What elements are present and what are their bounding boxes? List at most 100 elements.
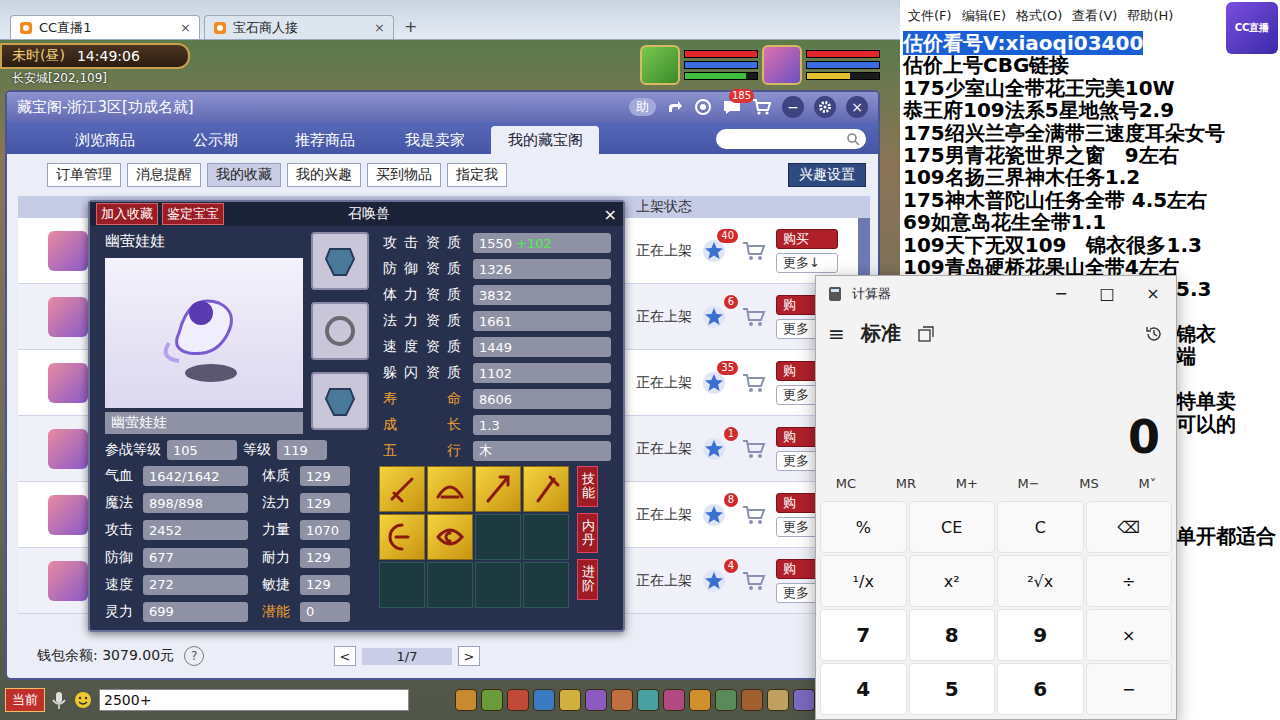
menu-item[interactable]: 查看(V) [1072,7,1117,25]
add-favorite-button[interactable]: 加入收藏 [96,203,158,225]
side-tab-button[interactable]: 内丹 [577,513,598,554]
nav-tab[interactable]: 公示期 [161,126,269,154]
share-icon[interactable] [666,98,684,116]
toolbar-icon[interactable] [663,689,685,711]
cart-button[interactable] [742,240,776,262]
browser-tab[interactable]: CC直播1× [10,15,200,39]
favorite-button[interactable]: 35 [702,371,726,395]
browser-tab[interactable]: 宝石商人接× [204,15,394,39]
nav-tab[interactable]: 我是卖家 [381,126,489,154]
channel-button[interactable]: 当前 [5,688,45,712]
calculator-key[interactable]: − [1086,663,1173,715]
favorite-button[interactable]: 6 [702,305,726,329]
toolbar-icon[interactable] [689,689,711,711]
equipment-slot[interactable] [311,302,369,360]
appraise-button[interactable]: 鉴定宝宝 [162,203,224,225]
equipment-slot[interactable] [311,232,369,290]
subnav-button[interactable]: 指定我 [447,163,507,187]
note-line[interactable]: 估价看号V:xiaoqi03400 [900,32,1280,54]
next-page-button[interactable]: > [458,646,480,666]
note-line[interactable]: 175男青花瓷世界之窗 9左右 [900,144,1280,166]
cart-button[interactable] [742,372,776,394]
toolbar-icon[interactable] [455,689,477,711]
calculator-key[interactable]: % [820,501,907,553]
note-line[interactable]: 69如意岛花生全带1.1 [900,211,1280,233]
more-button[interactable]: 更多↓ [776,253,838,273]
subnav-button[interactable]: 我的兴趣 [287,163,361,187]
memory-button[interactable]: M˅ [1138,476,1156,491]
toolbar-icon[interactable] [741,689,763,711]
menu-item[interactable]: 编辑(E) [962,7,1006,25]
toolbar-icon[interactable] [507,689,529,711]
note-line[interactable]: 恭王府109法系5星地煞号2.9 [900,99,1280,121]
microphone-icon[interactable] [51,690,67,710]
side-tab-button[interactable]: 进阶 [577,559,598,600]
note-line[interactable]: 估价上号CBG链接 [900,54,1280,76]
emoji-icon[interactable] [73,690,93,710]
toolbar-icon[interactable] [481,689,503,711]
menu-item[interactable]: 文件(F) [908,7,952,25]
cart-icon[interactable] [752,98,772,116]
equipment-slot[interactable] [311,372,369,430]
interest-settings-button[interactable]: 兴趣设置 [788,163,866,187]
close-button[interactable]: × [846,96,868,118]
history-button[interactable] [1144,324,1164,344]
skill-slot[interactable] [379,466,425,512]
window-control-button[interactable]: − [1038,284,1084,303]
toolbar-icon[interactable] [611,689,633,711]
record-icon[interactable] [694,98,712,116]
new-tab-button[interactable]: + [398,17,423,39]
chat-input[interactable]: 2500+ [99,689,409,711]
cart-button[interactable] [742,504,776,526]
window-control-button[interactable]: □ [1084,284,1130,303]
skill-slot[interactable] [427,562,473,608]
calculator-key[interactable]: ¹/x [820,555,907,607]
nav-tab[interactable]: 浏览商品 [51,126,159,154]
calculator-key[interactable]: 7 [820,609,907,661]
calculator-key[interactable]: ÷ [1086,555,1173,607]
skill-slot[interactable] [475,562,521,608]
note-line[interactable]: 109天下无双109 锦衣很多1.3 [900,234,1280,256]
toolbar-icon[interactable] [715,689,737,711]
nav-tab[interactable]: 我的藏宝阁 [491,126,599,154]
cart-button[interactable] [742,570,776,592]
popup-close-button[interactable]: × [604,205,617,224]
note-line[interactable]: 175少室山全带花王完美10W [900,77,1280,99]
calculator-key[interactable]: 9 [997,609,1084,661]
tab-close-button[interactable]: × [374,20,385,35]
menu-item[interactable]: 格式(O) [1016,7,1062,25]
skill-slot[interactable] [523,562,569,608]
toolbar-icon[interactable] [767,689,789,711]
subnav-button[interactable]: 买到物品 [367,163,441,187]
memory-button[interactable]: M+ [956,476,978,491]
calculator-key[interactable]: 4 [820,663,907,715]
minimize-button[interactable]: − [782,96,804,118]
scrollbar[interactable] [858,218,870,283]
toolbar-icon[interactable] [533,689,555,711]
skill-slot[interactable] [427,514,473,560]
navigation-menu-button[interactable]: ≡ [828,322,845,346]
tab-close-button[interactable]: × [180,20,191,35]
calculator-key[interactable]: 5 [909,663,996,715]
calculator-key[interactable]: C [997,501,1084,553]
memory-button[interactable]: MR [896,476,916,491]
nav-tab[interactable]: 推荐商品 [271,126,379,154]
calculator-key[interactable]: 6 [997,663,1084,715]
calculator-key[interactable]: ²√x [997,555,1084,607]
calculator-key[interactable]: CE [909,501,996,553]
skill-slot[interactable] [523,466,569,512]
memory-button[interactable]: MC [836,476,856,491]
buy-button[interactable]: 购买 [776,229,838,249]
favorite-button[interactable]: 1 [702,437,726,461]
settings-button[interactable] [814,96,836,118]
wallet-help[interactable]: ? [184,646,204,666]
skill-slot[interactable] [379,562,425,608]
pet-portrait[interactable] [640,45,680,85]
keep-on-top-icon[interactable] [917,325,935,343]
memory-button[interactable]: M− [1018,476,1040,491]
note-line[interactable]: 109名扬三界神木任务1.2 [900,166,1280,188]
note-line[interactable]: 175神木普陀山任务全带 4.5左右 [900,189,1280,211]
note-line[interactable]: 175绍兴兰亭全满带三速度耳朵女号 [900,122,1280,144]
window-control-button[interactable]: × [1130,284,1176,303]
toolbar-icon[interactable] [585,689,607,711]
